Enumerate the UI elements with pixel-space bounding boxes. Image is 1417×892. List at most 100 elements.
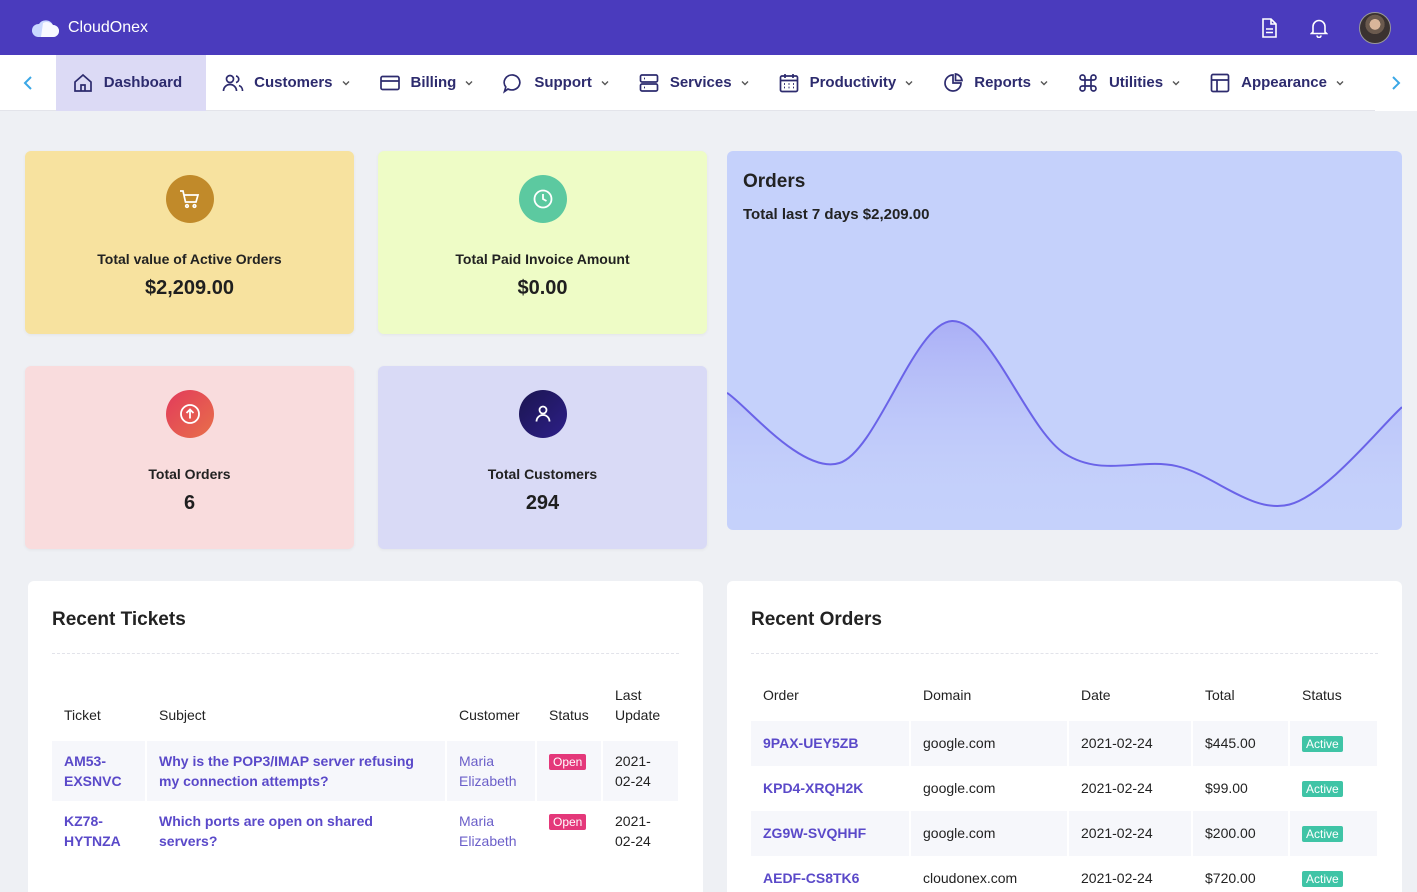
chevron-down-icon [741,80,749,85]
chevron-down-icon [1040,80,1048,85]
customer-link[interactable]: Maria Elizabeth [459,813,517,849]
layout-icon [1210,73,1230,92]
status-badge: Active [1302,781,1343,797]
nav-item-billing[interactable]: Billing [363,55,487,111]
order-date: 2021-02-24 [1081,780,1153,796]
nav-scroll-right-button[interactable] [1375,55,1417,111]
nav-item-customers[interactable]: Customers [206,55,362,111]
user-icon [518,390,567,438]
stat-card-paid-invoice[interactable]: Total Paid Invoice Amount $0.00 [378,151,707,334]
chevron-down-icon [905,80,913,85]
chevron-down-icon [601,80,609,85]
avatar[interactable] [1359,11,1391,44]
order-domain: google.com [923,735,996,751]
ticket-link[interactable]: AM53-EXSNVC [64,753,122,789]
panel-title: Recent Orders [751,609,882,630]
chevron-down-icon [342,80,349,85]
ticket-link[interactable]: KZ78-HYTNZA [64,813,121,849]
last-update: 2021-02-24 [615,813,651,849]
status-badge: Active [1302,826,1343,842]
bell-icon[interactable] [1309,18,1329,38]
column-header-status: Status [549,707,589,723]
column-header-status: Status [1302,687,1342,703]
nav-item-label: Billing [410,74,457,91]
home-icon [73,73,92,92]
chevron-down-icon [465,80,473,85]
order-domain: google.com [923,780,996,796]
status-badge: Active [1302,736,1343,752]
nav-item-label: Customers [254,74,333,91]
calendar-icon [779,73,798,92]
cloud-logo-icon [31,19,59,37]
ticket-subject-link[interactable]: Why is the POP3/IMAP server refusing my … [159,753,414,789]
nav-item-label: Services [669,74,732,91]
arrow-up-circle-icon [165,390,214,438]
order-total: $99.00 [1205,780,1248,796]
order-date: 2021-02-24 [1081,870,1153,886]
table-row[interactable]: AM53-EXSNVC Why is the POP3/IMAP server … [52,741,678,801]
nav-item-label: Reports [974,74,1031,91]
order-domain: cloudonex.com [923,870,1018,886]
recent-orders-panel: Recent Orders Order Domain Date Total St… [727,581,1402,892]
stat-card-active-orders[interactable]: Total value of Active Orders $2,209.00 [25,151,354,334]
cart-icon [165,175,214,223]
nav-item-reports[interactable]: Reports [926,55,1061,111]
table-row[interactable]: ZG9W-SVQHHF google.com 2021-02-24 $200.0… [751,811,1377,856]
order-link[interactable]: AEDF-CS8TK6 [763,870,859,886]
table-row[interactable]: AEDF-CS8TK6 cloudonex.com 2021-02-24 $72… [751,856,1377,892]
table-row[interactable]: KZ78-HYTNZA Which ports are open on shar… [52,801,678,861]
order-total: $200.00 [1205,825,1256,841]
nav-item-productivity[interactable]: Productivity [762,55,927,111]
table-row[interactable]: 9PAX-UEY5ZB google.com 2021-02-24 $445.0… [751,721,1377,766]
chevron-left-icon [23,75,32,90]
nav-item-appearance[interactable]: Appearance [1193,55,1357,111]
divider [52,653,679,654]
order-link[interactable]: KPD4-XRQH2K [763,780,863,796]
order-link[interactable]: ZG9W-SVQHHF [763,825,866,841]
column-header-last-update: Last Update [615,687,661,723]
status-badge: Open [549,754,587,770]
divider [751,653,1378,654]
tickets-table: Ticket Subject Customer Status Last Upda… [52,685,678,861]
stat-value: 294 [525,492,560,514]
chart-subtitle: Total last 7 days $2,209.00 [743,206,930,223]
order-link[interactable]: 9PAX-UEY5ZB [763,735,858,751]
stat-value: $0.00 [517,277,568,299]
chart-title: Orders [743,171,806,192]
order-total: $720.00 [1205,870,1256,886]
nav-item-dashboard[interactable]: Dashboard [55,54,207,111]
status-badge: Open [549,814,587,830]
command-icon [1079,73,1097,92]
nav-item-services[interactable]: Services [622,55,762,111]
table-row[interactable]: KPD4-XRQH2K google.com 2021-02-24 $99.00… [751,766,1377,811]
column-header-subject: Subject [159,707,206,723]
column-header-order: Order [763,687,799,703]
nav-item-label: Productivity [809,74,897,91]
column-header-domain: Domain [923,687,972,703]
orders-chart-card: Orders Total last 7 days $2,209.00 [727,151,1402,530]
nav-item-label: Dashboard [103,74,183,91]
chat-icon [503,73,522,94]
nav-item-utilities[interactable]: Utilities [1061,55,1193,111]
document-icon[interactable] [1259,17,1279,38]
column-header-date: Date [1081,687,1111,703]
nav-scroll-left-button[interactable] [0,55,56,111]
pie-chart-icon [944,72,964,92]
orders-table: Order Domain Date Total Status 9PAX-UEY5… [751,685,1377,892]
chart-area-fill [727,321,1402,530]
customer-link[interactable]: Maria Elizabeth [459,753,517,789]
brand[interactable]: CloudOnex [31,18,148,38]
last-update: 2021-02-24 [615,753,651,789]
nav-item-label: Utilities [1108,74,1164,91]
stat-label: Total Customers [487,466,598,482]
stat-card-total-customers[interactable]: Total Customers 294 [378,366,707,549]
main-nav: Dashboard Customers Billing Support Serv… [0,54,1417,111]
column-header-total: Total [1205,687,1235,703]
order-total: $445.00 [1205,735,1256,751]
ticket-subject-link[interactable]: Which ports are open on shared servers? [159,813,373,849]
nav-item-support[interactable]: Support [486,55,622,111]
nav-item-label: Support [534,74,592,91]
panel-title: Recent Tickets [52,609,186,630]
stat-card-total-orders[interactable]: Total Orders 6 [25,366,354,549]
chevron-down-icon [1172,80,1180,85]
